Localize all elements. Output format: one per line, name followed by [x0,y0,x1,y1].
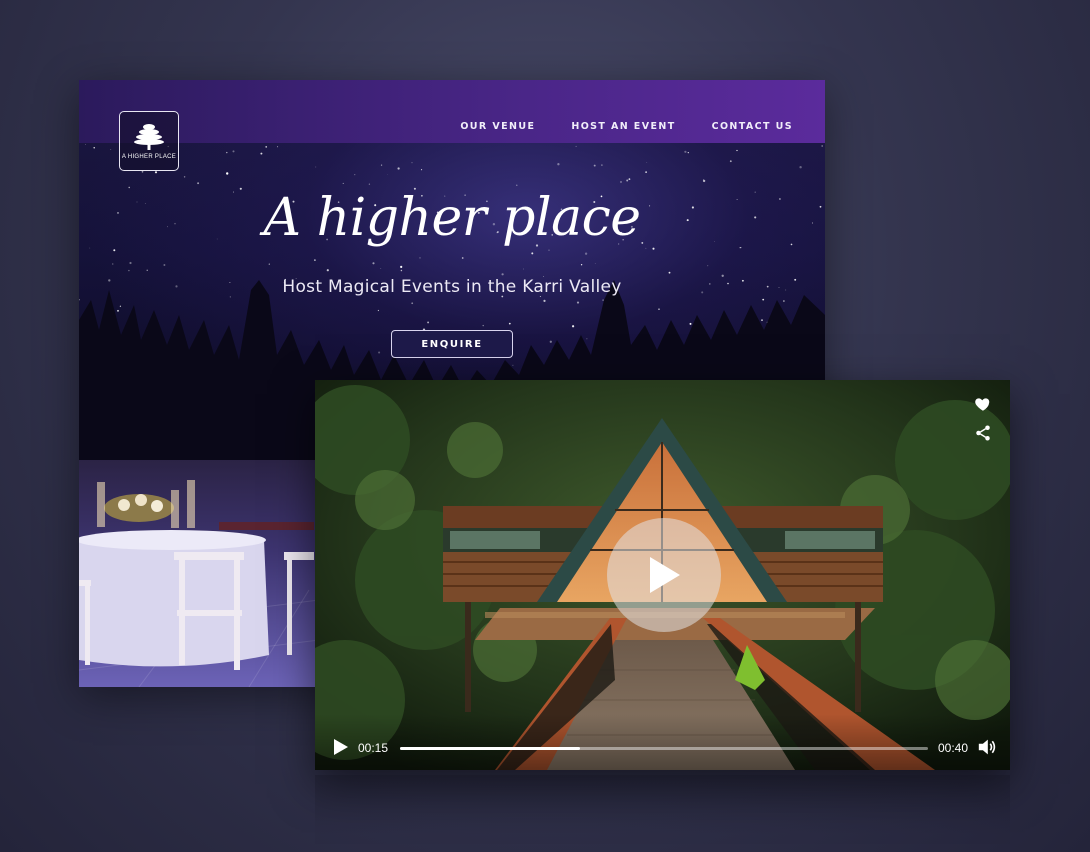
star [232,150,235,153]
current-time: 00:15 [358,741,389,755]
star [645,171,647,173]
star [461,257,464,259]
star [421,169,423,171]
star [265,146,268,148]
star [548,249,550,251]
star [729,160,732,163]
tree-logo-icon [134,124,164,150]
star [557,163,560,166]
star [736,149,738,152]
star [380,164,383,166]
star [619,180,623,184]
hero-subtitle: Host Magical Events in the Karri Valley [282,277,622,297]
star [110,149,112,150]
star [354,173,356,176]
star [387,174,388,175]
star [411,162,413,164]
logo-text: A HIGHER PLACE [121,154,177,160]
star [154,171,158,174]
enquire-button[interactable]: ENQUIRE [391,330,513,358]
star [113,249,116,252]
play-icon[interactable] [333,738,349,756]
star [141,170,144,173]
star [277,146,279,148]
star [531,252,534,255]
heart-icon[interactable] [974,395,992,413]
star [684,150,687,153]
hero-title: A higher place [263,188,641,248]
big-play-button[interactable] [607,518,721,632]
duration: 00:40 [937,741,968,755]
star [626,179,629,182]
volume-icon[interactable] [977,738,997,756]
main-nav: OUR VENUE HOST AN EVENT CONTACT US [460,121,793,132]
star [260,152,263,155]
star [315,166,317,168]
nav-host-an-event[interactable]: HOST AN EVENT [571,121,675,132]
star [93,147,95,149]
star [821,145,824,147]
player-reflection [315,775,1010,835]
player-controls: 00:15 00:40 [315,714,1010,770]
star [197,182,200,185]
star [593,164,596,167]
star [419,257,421,259]
progress-fill [400,747,580,750]
site-logo[interactable]: A HIGHER PLACE [119,111,179,171]
star [601,164,603,166]
star [646,162,648,163]
star [687,151,689,154]
nav-contact-us[interactable]: CONTACT US [712,121,793,132]
star [584,252,588,255]
nav-our-venue[interactable]: OUR VENUE [460,121,535,132]
star [368,183,371,185]
star [702,179,706,183]
star [183,176,186,178]
star [628,178,631,181]
star [799,166,802,169]
star [226,172,229,175]
share-icon[interactable] [974,424,992,442]
star [85,144,87,146]
navbar: OUR VENUE HOST AN EVENT CONTACT US [79,80,825,143]
star [342,182,344,184]
star [397,167,400,170]
video-player[interactable]: 00:15 00:40 [315,380,1010,770]
progress-bar[interactable] [400,747,928,750]
star [516,184,518,186]
star [226,151,228,154]
star [575,145,577,147]
play-icon [650,557,680,593]
